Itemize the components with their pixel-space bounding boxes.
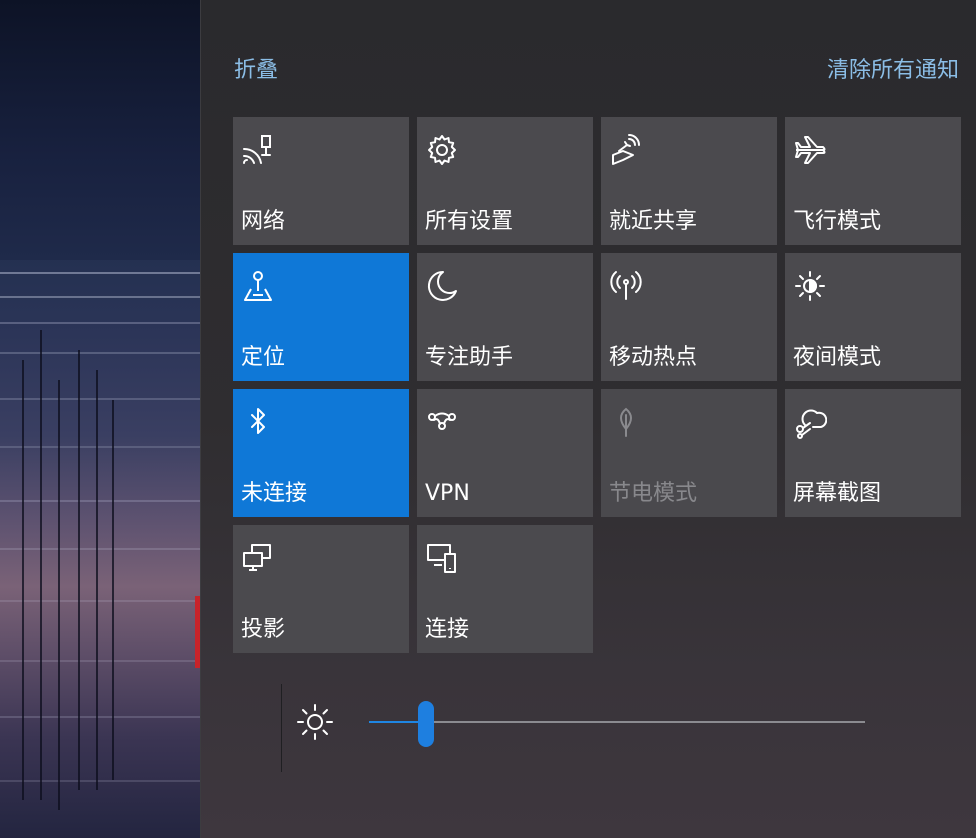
wallpaper-ripple: [0, 272, 200, 274]
tile-label: 专注助手: [425, 345, 514, 370]
tile-all-settings[interactable]: 所有设置: [417, 117, 593, 245]
wallpaper-reed: [40, 330, 42, 800]
wallpaper-reed: [96, 370, 98, 790]
quick-actions-grid: 网络 所有设置 就近共享 飞行模式 定位 专注助手 移动热点 夜间模式 未连接 …: [233, 117, 976, 657]
tile-label: 连接: [425, 617, 470, 642]
tile-project[interactable]: 投影: [233, 525, 409, 653]
tile-label: 未连接: [241, 481, 308, 506]
wallpaper-ripple: [0, 548, 200, 550]
bluetooth-icon: [241, 405, 275, 439]
moon-icon: [425, 269, 459, 303]
wallpaper-ripple: [0, 446, 200, 448]
wallpaper-ripple: [0, 322, 200, 324]
tile-label: 夜间模式: [793, 345, 882, 370]
collapse-link[interactable]: 折叠: [234, 52, 278, 84]
tile-label: 就近共享: [609, 209, 698, 234]
wallpaper-reed: [58, 380, 60, 810]
brightness-slider-thumb[interactable]: [418, 701, 434, 747]
tile-night-light[interactable]: 夜间模式: [785, 253, 961, 381]
wallpaper-ripple: [0, 500, 200, 502]
network-icon: [241, 133, 275, 167]
hotspot-icon: [609, 269, 643, 303]
tile-vpn[interactable]: VPN: [417, 389, 593, 517]
night-light-icon: [793, 269, 827, 303]
wallpaper-reed: [78, 350, 80, 790]
nearby-share-icon: [609, 133, 643, 167]
project-icon: [241, 541, 275, 575]
brightness-control: [281, 684, 881, 772]
wallpaper-ripple: [0, 296, 200, 298]
tile-label: 定位: [241, 345, 286, 370]
tile-battery-saver[interactable]: 节电模式: [601, 389, 777, 517]
tile-label: 节电模式: [609, 481, 698, 506]
tile-nearby-sharing[interactable]: 就近共享: [601, 117, 777, 245]
vpn-icon: [425, 405, 459, 439]
tile-label: 所有设置: [425, 209, 514, 234]
wallpaper-ripple: [0, 398, 200, 400]
tile-label: 投影: [241, 617, 286, 642]
tile-label: 移动热点: [609, 345, 698, 370]
tile-label: 网络: [241, 209, 286, 234]
wallpaper-reed: [112, 400, 114, 780]
tile-network[interactable]: 网络: [233, 117, 409, 245]
wallpaper-ripple: [0, 780, 200, 782]
action-center-panel: 折叠 清除所有通知 网络 所有设置 就近共享 飞行模式 定位 专注助手 移动热点…: [200, 0, 976, 838]
wallpaper-ripple: [0, 716, 200, 718]
brightness-divider: [281, 684, 282, 772]
wallpaper-reed: [22, 360, 24, 800]
tile-label: 屏幕截图: [793, 481, 882, 506]
connect-icon: [425, 541, 459, 575]
tile-mobile-hotspot[interactable]: 移动热点: [601, 253, 777, 381]
tile-location[interactable]: 定位: [233, 253, 409, 381]
tile-connect[interactable]: 连接: [417, 525, 593, 653]
tile-screen-snip[interactable]: 屏幕截图: [785, 389, 961, 517]
wallpaper-ripple: [0, 600, 200, 602]
location-icon: [241, 269, 275, 303]
leaf-icon: [609, 405, 643, 439]
tile-label: VPN: [425, 481, 470, 506]
airplane-icon: [793, 133, 827, 167]
tile-focus-assist[interactable]: 专注助手: [417, 253, 593, 381]
gear-icon: [425, 133, 459, 167]
wallpaper-ripple: [0, 660, 200, 662]
tile-bluetooth[interactable]: 未连接: [233, 389, 409, 517]
tile-airplane-mode[interactable]: 飞行模式: [785, 117, 961, 245]
clear-all-notifications-link[interactable]: 清除所有通知: [827, 52, 959, 84]
snip-icon: [793, 405, 828, 439]
brightness-icon: [295, 702, 335, 742]
wallpaper-shore: [0, 0, 200, 260]
brightness-slider-track[interactable]: [369, 721, 865, 723]
action-center-header: 折叠 清除所有通知: [201, 0, 976, 110]
wallpaper-ripple: [0, 352, 200, 354]
desktop-wallpaper: [0, 0, 200, 838]
tile-label: 飞行模式: [793, 209, 882, 234]
